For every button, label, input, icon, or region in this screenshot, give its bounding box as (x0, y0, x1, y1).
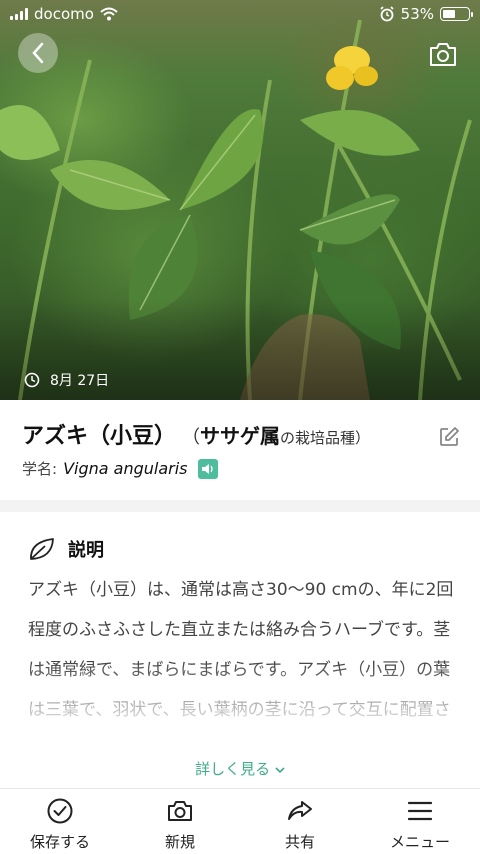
bottom-nav: 保存する 新規 共有 メニュー (0, 788, 480, 854)
description-header: 説明 (28, 536, 104, 562)
plant-genus-note: の栽培品種） (280, 429, 371, 447)
see-more-link[interactable]: 詳しく見る (0, 758, 480, 779)
battery-icon (440, 7, 473, 21)
nav-new[interactable]: 新規 (120, 789, 240, 854)
camera-icon[interactable] (428, 40, 458, 68)
wifi-icon (100, 7, 118, 21)
plant-info-card: アズキ（小豆） （ ササゲ属 の栽培品種） 学名: Vigna angulari… (0, 400, 480, 500)
section-divider (0, 500, 480, 512)
check-circle-icon (47, 798, 73, 824)
share-icon (288, 801, 312, 820)
description-fade (0, 662, 480, 742)
nav-new-label: 新規 (164, 833, 195, 851)
see-more-label: 詳しく見る (195, 760, 271, 778)
edit-icon[interactable] (438, 426, 460, 448)
title-paren-open: （ (182, 427, 201, 448)
leaf-icon (30, 538, 54, 560)
speaker-icon (201, 463, 213, 474)
nav-save-label: 保存する (29, 833, 90, 851)
chevron-left-icon (32, 42, 44, 64)
menu-icon (407, 801, 433, 821)
description-section: 説明 アズキ（小豆）は、通常は高さ30〜90 cmの、年に2回程度のふさふさした… (0, 512, 480, 788)
nav-share-label: 共有 (284, 833, 315, 851)
date-text: 8月 27日 (50, 373, 110, 389)
yellow-flower (326, 46, 378, 90)
camera-icon (168, 801, 192, 821)
description-title: 説明 (68, 540, 104, 561)
clock-icon (24, 372, 40, 388)
back-button[interactable] (18, 33, 58, 73)
battery-percent: 53% (400, 5, 434, 23)
nav-menu-label: メニュー (389, 833, 450, 851)
battery-fill (443, 10, 455, 18)
alarm-clock-icon (380, 6, 394, 22)
nav-share[interactable]: 共有 (240, 789, 360, 854)
pronounce-button[interactable] (197, 458, 218, 479)
plant-genus: ササゲ属 (200, 424, 281, 448)
scientific-name-label: 学名: (22, 460, 58, 478)
scientific-name: Vigna angularis (63, 459, 188, 478)
photo-date: 8月 27日 (24, 370, 109, 390)
status-bar: docomo 53% (0, 0, 480, 28)
chevron-down-icon (275, 767, 285, 774)
nav-menu[interactable]: メニュー (360, 789, 480, 854)
plant-title: アズキ（小豆） （ ササゲ属 の栽培品種） (22, 418, 370, 450)
carrier-name: docomo (34, 5, 94, 23)
nav-save[interactable]: 保存する (0, 789, 120, 854)
signal-strength-icon (10, 8, 28, 20)
plant-photo (0, 0, 480, 400)
plant-common-name: アズキ（小豆） (22, 424, 177, 449)
scientific-name-row: 学名: Vigna angularis (22, 458, 218, 479)
